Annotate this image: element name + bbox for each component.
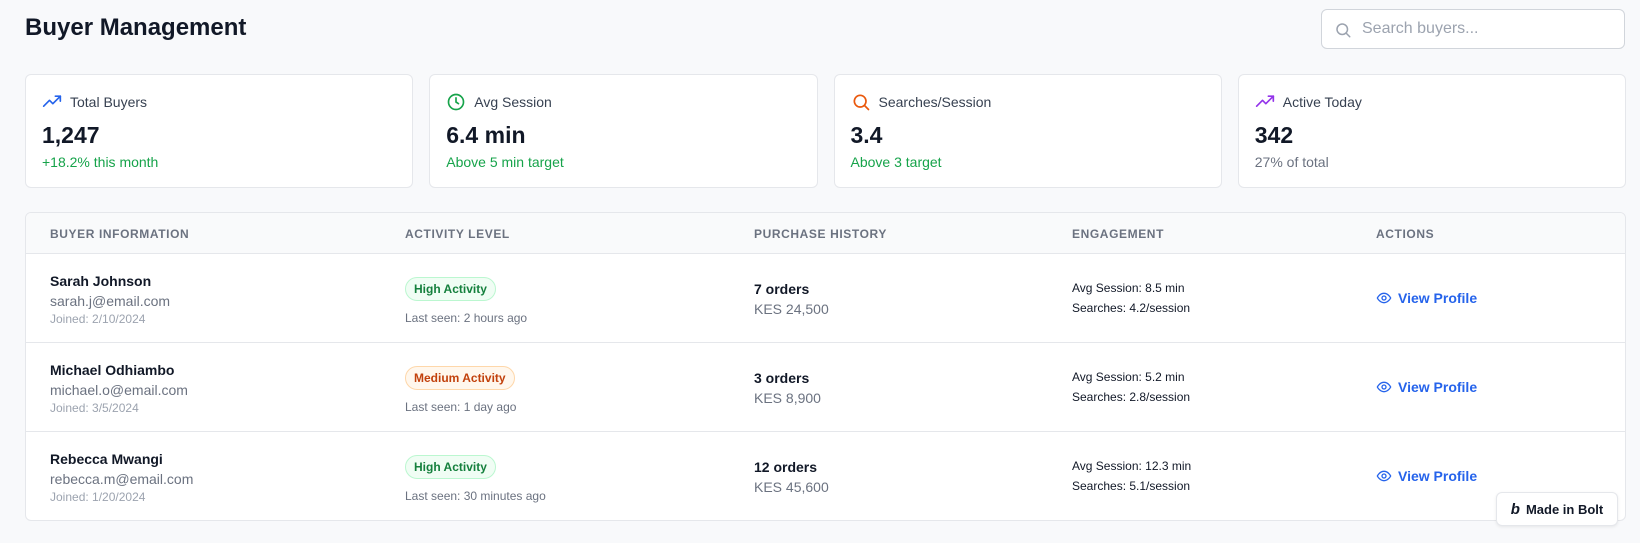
- stat-card-searches-session: Searches/Session 3.4 Above 3 target: [833, 74, 1222, 188]
- buyer-joined-date: Joined: 2/10/2024: [50, 312, 146, 326]
- column-header-buyer-information: BUYER INFORMATION: [50, 227, 190, 241]
- stat-card-active-today: Active Today 342 27% of total: [1237, 74, 1626, 188]
- column-header-activity-level: ACTIVITY LEVEL: [405, 227, 510, 241]
- activity-badge: High Activity: [405, 455, 496, 479]
- searches-per-session: Searches: 2.8/session: [1072, 390, 1191, 404]
- avg-session: Avg Session: 12.3 min: [1072, 459, 1192, 473]
- buyer-joined-date: Joined: 1/20/2024: [50, 490, 146, 504]
- avg-session: Avg Session: 8.5 min: [1072, 281, 1185, 295]
- eye-icon: [1376, 292, 1392, 304]
- table-header: BUYER INFORMATION ACTIVITY LEVEL PURCHAS…: [26, 213, 1625, 254]
- searches-per-session: Searches: 5.1/session: [1072, 479, 1191, 493]
- table-row: Sarah Johnson sarah.j@email.com Joined: …: [26, 254, 1625, 343]
- eye-icon: [1376, 470, 1392, 482]
- view-profile-label: View Profile: [1398, 379, 1478, 395]
- search-input[interactable]: [1362, 10, 1618, 48]
- eye-icon: [1376, 381, 1392, 393]
- activity-badge: Medium Activity: [405, 366, 515, 390]
- buyers-table: BUYER INFORMATION ACTIVITY LEVEL PURCHAS…: [25, 212, 1626, 521]
- view-profile-label: View Profile: [1398, 468, 1478, 484]
- avg-session: Avg Session: 5.2 min: [1072, 370, 1185, 384]
- stat-subtext: +18.2% this month: [42, 154, 159, 170]
- stat-value: 3.4: [850, 122, 883, 148]
- column-header-purchase-history: PURCHASE HISTORY: [754, 227, 887, 241]
- clock-icon: [447, 93, 465, 111]
- buyer-name: Rebecca Mwangi: [50, 451, 163, 467]
- buyer-email: michael.o@email.com: [50, 382, 188, 398]
- table-row: Michael Odhiambo michael.o@email.com Joi…: [26, 343, 1625, 432]
- made-in-bolt-badge[interactable]: b Made in Bolt: [1496, 492, 1618, 526]
- page-title: Buyer Management: [25, 14, 247, 41]
- stat-label: Total Buyers: [70, 94, 148, 110]
- order-count: 3 orders: [754, 370, 810, 386]
- view-profile-label: View Profile: [1398, 290, 1478, 306]
- bolt-logo-icon: b: [1510, 500, 1520, 518]
- stat-subtext: 27% of total: [1254, 154, 1329, 170]
- view-profile-button[interactable]: View Profile: [1376, 468, 1477, 484]
- stat-subtext: Above 5 min target: [446, 154, 564, 170]
- column-header-actions: ACTIONS: [1376, 227, 1435, 241]
- stat-value: 6.4 min: [446, 122, 526, 148]
- order-count: 7 orders: [754, 281, 810, 297]
- stat-card-total-buyers: Total Buyers 1,247 +18.2% this month: [25, 74, 414, 188]
- order-count: 12 orders: [754, 459, 818, 475]
- last-seen: Last seen: 30 minutes ago: [405, 489, 546, 503]
- search-icon: [853, 94, 869, 111]
- last-seen: Last seen: 2 hours ago: [405, 311, 528, 325]
- stat-label: Searches/Session: [878, 94, 992, 110]
- purchase-amount: KES 45,600: [754, 479, 829, 495]
- search-box[interactable]: [1321, 9, 1625, 49]
- searches-per-session: Searches: 4.2/session: [1072, 301, 1191, 315]
- buyer-email: sarah.j@email.com: [50, 293, 171, 309]
- activity-badge: High Activity: [405, 277, 496, 301]
- stat-value: 342: [1254, 122, 1294, 148]
- stat-subtext: Above 3 target: [850, 154, 942, 170]
- made-in-bolt-label: Made in Bolt: [1525, 501, 1604, 517]
- stats-row: Total Buyers 1,247 +18.2% this month Avg…: [25, 74, 1626, 188]
- buyer-name: Sarah Johnson: [50, 273, 152, 289]
- page-header: Buyer Management: [25, 0, 1625, 60]
- stat-label: Avg Session: [474, 94, 552, 110]
- trending-up-icon: [42, 95, 62, 107]
- stat-label: Active Today: [1282, 94, 1362, 110]
- stat-card-avg-session: Avg Session 6.4 min Above 5 min target: [429, 74, 818, 188]
- view-profile-button[interactable]: View Profile: [1376, 290, 1477, 306]
- buyer-email: rebecca.m@email.com: [50, 471, 194, 487]
- buyer-joined-date: Joined: 3/5/2024: [50, 401, 139, 415]
- last-seen: Last seen: 1 day ago: [405, 400, 517, 414]
- buyer-name: Michael Odhiambo: [50, 362, 175, 378]
- search-icon: [1336, 23, 1351, 38]
- table-row: Rebecca Mwangi rebecca.m@email.com Joine…: [26, 432, 1625, 520]
- trending-up-icon: [1255, 95, 1274, 107]
- view-profile-button[interactable]: View Profile: [1376, 379, 1477, 395]
- purchase-amount: KES 8,900: [754, 390, 821, 406]
- column-header-engagement: ENGAGEMENT: [1072, 227, 1165, 241]
- purchase-amount: KES 24,500: [754, 301, 829, 317]
- stat-value: 1,247: [42, 122, 100, 148]
